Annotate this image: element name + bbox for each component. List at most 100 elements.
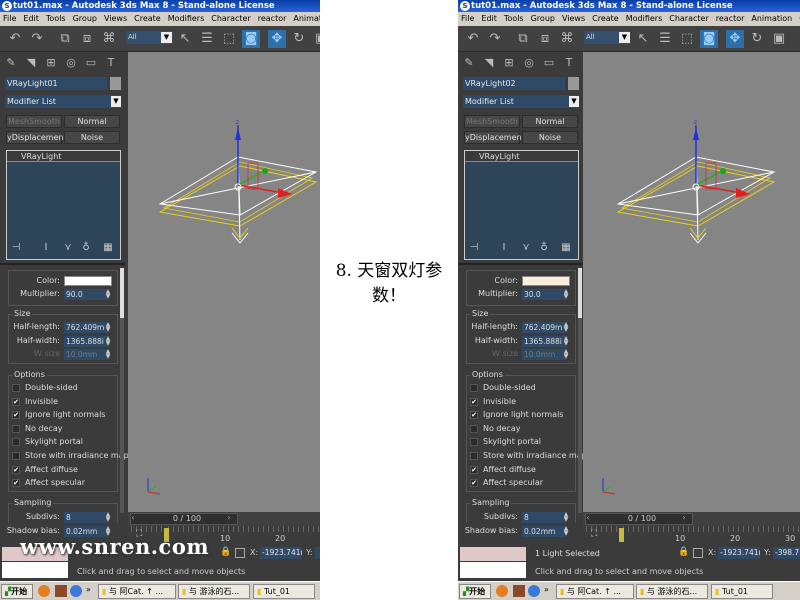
menu-views[interactable]: Views [104, 14, 127, 23]
w-size-spinner[interactable]: ▲ ▼ [105, 349, 111, 360]
remove-modifier-icon[interactable]: ♁ [538, 242, 550, 254]
affect-specular-checkbox[interactable]: ✔ [12, 479, 20, 488]
menu-file[interactable]: File [3, 14, 16, 23]
object-name-input[interactable]: VRayLight01 [5, 77, 107, 90]
redo-icon[interactable]: ↷ [486, 30, 504, 48]
motion-tab-icon[interactable]: ◎ [521, 55, 537, 71]
affect-diffuse-checkbox[interactable]: ✔ [470, 465, 478, 474]
taskbar-item[interactable]: ▮ Tut_01 [253, 584, 315, 599]
multiplier-input[interactable]: 30.0 [522, 289, 566, 300]
menu-character[interactable]: Character [669, 14, 709, 23]
remove-modifier-icon[interactable]: ♁ [80, 242, 92, 254]
menu-modifiers[interactable]: Modifiers [626, 14, 663, 23]
current-frame-marker[interactable] [619, 528, 624, 542]
x-coordinate-input[interactable]: -1923.741r [718, 547, 760, 559]
window-crossing-icon[interactable]: ◙ [242, 30, 260, 48]
shadow-bias-input[interactable]: 0.02mm [522, 526, 566, 537]
menu-tools[interactable]: Tools [46, 14, 66, 23]
command-panel-scrollbar[interactable] [120, 268, 124, 513]
vraylight-gizmo[interactable]: z [583, 52, 800, 512]
scale-icon[interactable]: ▣ [312, 30, 320, 48]
menu-animation[interactable]: Animation [751, 14, 792, 23]
selection-filter-dropdown[interactable]: All ▼ [584, 31, 630, 44]
ignore-light-normals-checkbox[interactable]: ✔ [12, 411, 20, 420]
start-button[interactable]: ▞开始 [459, 584, 491, 599]
vraylight-gizmo[interactable]: z [128, 52, 320, 512]
menu-edit[interactable]: Edit [23, 14, 39, 23]
pin-stack-icon[interactable]: ⊣ [468, 242, 480, 254]
w-size-spinner[interactable]: ▲ ▼ [563, 349, 569, 360]
select-icon[interactable]: ↖ [176, 30, 194, 48]
rect-region-icon[interactable]: ⬚ [220, 30, 238, 48]
make-unique-icon[interactable]: ⋎ [62, 242, 74, 254]
light-color-swatch[interactable] [522, 276, 570, 286]
utilities-tab-icon[interactable]: T [103, 55, 119, 71]
light-color-swatch[interactable] [64, 276, 112, 286]
w-size-input[interactable]: 10.0mm [522, 349, 566, 360]
time-slider[interactable]: ‹ 0 / 100 › [583, 512, 800, 526]
perspective-viewport[interactable]: z [583, 52, 800, 512]
no-decay-checkbox[interactable] [470, 424, 478, 433]
object-name-input[interactable]: VRayLight02 [463, 77, 565, 90]
previous-frame-icon[interactable]: ‹ [128, 513, 138, 522]
next-frame-icon[interactable]: › [224, 513, 234, 522]
modifier-button-meshsmooth[interactable]: MeshSmooth [6, 115, 62, 128]
hierarchy-tab-icon[interactable]: ⊞ [43, 55, 59, 71]
display-tab-icon[interactable]: ▭ [83, 55, 99, 71]
half-width-spinner[interactable]: ▲ ▼ [105, 336, 111, 347]
pin-stack-icon[interactable]: ⊣ [10, 242, 22, 254]
unlink-icon[interactable]: ⧈ [536, 30, 554, 48]
menu-animation[interactable]: Animation [293, 14, 320, 23]
invisible-checkbox[interactable]: ✔ [470, 397, 478, 406]
absolute-mode-icon[interactable] [235, 548, 245, 558]
menu-views[interactable]: Views [562, 14, 585, 23]
half-width-input[interactable]: 1365.888i [522, 336, 566, 347]
y-coordinate-input[interactable] [315, 547, 320, 559]
display-tab-icon[interactable]: ▭ [541, 55, 557, 71]
half-width-input[interactable]: 1365.888i [64, 336, 108, 347]
skylight-portal-checkbox[interactable] [470, 438, 478, 447]
x-coordinate-input[interactable]: -1923.741r [260, 547, 302, 559]
modify-tab-icon[interactable]: ◥ [23, 55, 39, 71]
absolute-mode-icon[interactable] [693, 548, 703, 558]
taskbar-item[interactable]: ▮ 与 游泳的石... [636, 584, 708, 599]
menu-create[interactable]: Create [134, 14, 161, 23]
store-with-irradiance-map-checkbox[interactable] [12, 452, 20, 460]
lock-selection-icon[interactable]: 🔒 [678, 547, 689, 557]
app-quicklaunch-icon[interactable] [55, 585, 67, 597]
skylight-portal-checkbox[interactable] [12, 438, 20, 447]
move-icon[interactable]: ✥ [726, 30, 744, 48]
menu-reactor[interactable]: reactor [258, 14, 287, 23]
undo-icon[interactable]: ↶ [464, 30, 482, 48]
modifier-button-normal[interactable]: Normal [64, 115, 120, 128]
subdivs-input[interactable]: 8 [522, 512, 566, 523]
multiplier-spinner[interactable]: ▲ ▼ [563, 289, 569, 300]
rotate-icon[interactable]: ↻ [748, 30, 766, 48]
time-slider[interactable]: ‹ 0 / 100 › [128, 512, 320, 526]
firefox-icon[interactable] [38, 585, 50, 597]
modifier-list-dropdown[interactable]: Modifier List ▼ [463, 95, 579, 108]
perspective-viewport[interactable]: z [128, 52, 320, 512]
selection-filter-dropdown[interactable]: All ▼ [126, 31, 172, 44]
rect-region-icon[interactable]: ⬚ [678, 30, 696, 48]
modifier-list-dropdown[interactable]: Modifier List ▼ [5, 95, 121, 108]
half-length-input[interactable]: 762.409m [522, 322, 566, 333]
motion-tab-icon[interactable]: ◎ [63, 55, 79, 71]
subdivs-spinner[interactable]: ▲ ▼ [563, 512, 569, 523]
taskbar-item[interactable]: ▮ Tut_01 [711, 584, 773, 599]
select-by-name-icon[interactable]: ☰ [198, 30, 216, 48]
subdivs-spinner[interactable]: ▲ ▼ [105, 512, 111, 523]
half-width-spinner[interactable]: ▲ ▼ [563, 336, 569, 347]
taskbar-item[interactable]: ▮ 与 阿Cat. ↑ ... [98, 584, 176, 599]
invisible-checkbox[interactable]: ✔ [12, 397, 20, 406]
modifier-button-normal[interactable]: Normal [522, 115, 578, 128]
unlink-icon[interactable]: ⧈ [78, 30, 96, 48]
more-icon[interactable]: » [86, 585, 91, 594]
scrollbar-thumb[interactable] [120, 268, 124, 318]
bind-spacewarp-icon[interactable]: ⌘ [100, 30, 118, 48]
object-color-swatch[interactable] [110, 77, 121, 90]
track-bar-icon[interactable]: ⛶ [591, 529, 597, 539]
maxscript-input[interactable] [2, 562, 68, 578]
redo-icon[interactable]: ↷ [28, 30, 46, 48]
move-icon[interactable]: ✥ [268, 30, 286, 48]
